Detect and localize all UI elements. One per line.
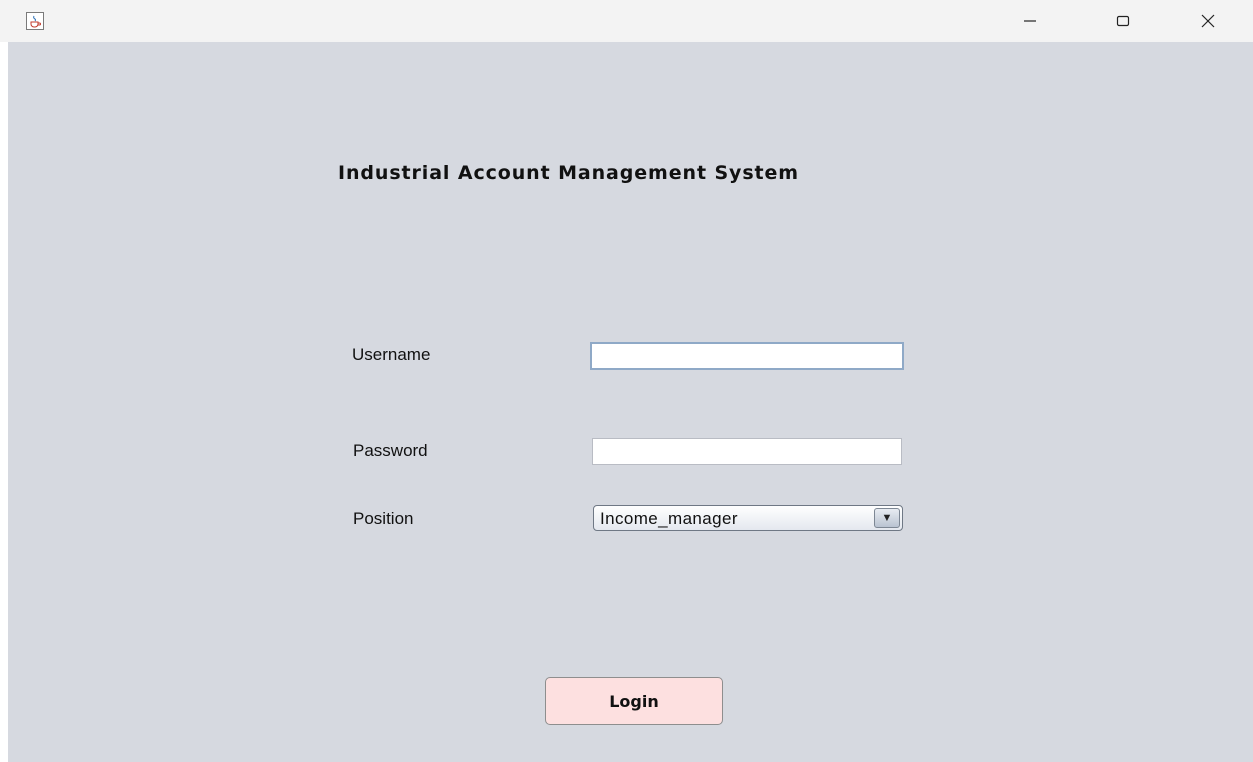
close-button[interactable] xyxy=(1185,0,1231,42)
page-title: Industrial Account Management System xyxy=(338,162,799,184)
minimize-button[interactable] xyxy=(1007,0,1053,42)
password-label: Password xyxy=(353,441,428,460)
position-select-value: Income_manager xyxy=(600,509,738,528)
dropdown-arrow-icon[interactable]: ▼ xyxy=(874,508,900,528)
position-select[interactable]: Income_manager ▼ xyxy=(593,505,903,531)
maximize-button[interactable] xyxy=(1100,0,1146,42)
java-cup-icon xyxy=(26,12,44,30)
username-label: Username xyxy=(352,345,431,364)
login-panel xyxy=(8,42,1253,762)
password-input[interactable] xyxy=(592,438,902,465)
minimize-icon xyxy=(1024,20,1036,22)
username-input[interactable] xyxy=(590,342,904,370)
position-label: Position xyxy=(353,509,414,528)
close-icon xyxy=(1201,14,1215,28)
window-titlebar xyxy=(0,0,1253,42)
login-button[interactable]: Login xyxy=(545,677,723,725)
maximize-icon xyxy=(1116,15,1130,27)
